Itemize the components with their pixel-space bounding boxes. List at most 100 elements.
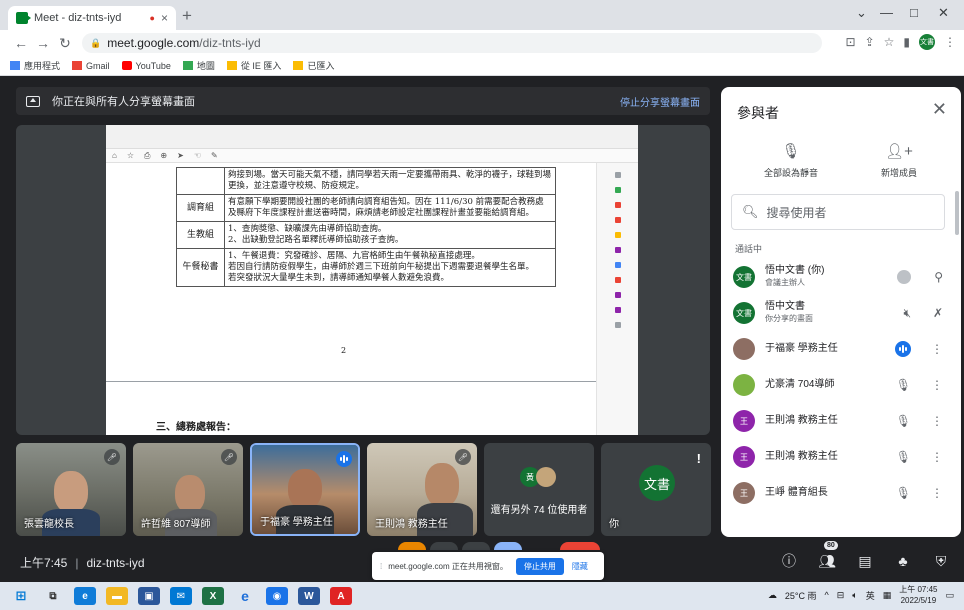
others-tile[interactable]: 黃 還有另外 74 位使用者 (484, 443, 594, 536)
participant-tile[interactable]: 🎤︎ 許哲維 807導師 (133, 443, 243, 536)
add-person-icon: 👤︎+ (885, 143, 913, 160)
tab-meet[interactable]: Meet - diz-tnts-iyd ● × (8, 6, 176, 30)
present-button[interactable] (494, 542, 522, 550)
side-panel-icon[interactable]: ▮ (903, 35, 910, 49)
hide-notification-button[interactable]: 隱藏 (572, 561, 588, 572)
camera-indicator-icon[interactable]: ⊡ (846, 35, 856, 49)
profile-avatar[interactable]: 文書 (919, 34, 935, 50)
panel-scrollbar[interactable] (955, 191, 959, 235)
participant-name: 于福豪 學務主任 (260, 517, 333, 528)
task-view-icon[interactable]: ⧉ (42, 587, 64, 605)
file-explorer-icon[interactable]: ▬ (106, 587, 128, 605)
mic-button[interactable] (398, 542, 426, 550)
participants-count-badge: 80 (824, 541, 838, 550)
close-panel-icon[interactable]: ✕ (932, 99, 947, 120)
participant-row[interactable]: 王 王則鴻 教務主任 🎙︎ ⋮ (721, 403, 961, 439)
doc-row: 生教組 1、查詢獎懲、缺曠課先由導師協助查詢。 2、出缺勤登記路名單釋託導師協助孩… (176, 221, 556, 249)
mail-icon[interactable]: ✉ (170, 587, 192, 605)
address-bar[interactable]: 🔒 meet.google.com /diz-tnts-iyd (82, 33, 822, 53)
menu-dots-icon[interactable]: ⋮ (944, 35, 956, 49)
chat-icon[interactable]: ▤ (856, 552, 874, 570)
participant-row[interactable]: 王 王則鴻 教務主任 🎙︎ ⋮ (721, 439, 961, 475)
shared-document: 夠接到場。當天可能天氣不穩，請同學若天雨一定要攜帶雨具、乾淨的襪子，球鞋到場更換… (106, 163, 596, 435)
clock[interactable]: 上午 07:45 2022/5/19 (899, 584, 937, 606)
bookmark-gmail[interactable]: Gmail (72, 61, 110, 71)
participant-row[interactable]: 于福豪 學務主任 ⋮ (721, 331, 961, 367)
more-options-icon[interactable]: ⋮ (931, 486, 943, 500)
more-options-icon[interactable]: ⋮ (931, 378, 943, 392)
activities-icon[interactable]: ♣ (894, 552, 912, 570)
pin-off-icon[interactable]: ✗ (933, 306, 943, 320)
camera-button[interactable] (430, 542, 458, 550)
avatar (733, 338, 755, 360)
bookmark-ie-import[interactable]: 從 IE 匯入 (226, 59, 281, 72)
more-options-icon[interactable]: ⋮ (931, 450, 943, 464)
back-icon[interactable]: ← (10, 35, 32, 51)
minimize-button[interactable]: — (880, 5, 893, 20)
chevron-down-icon[interactable]: ⌄ (856, 5, 867, 21)
participant-tile[interactable]: 🎤︎ 王則鴻 教務主任 (367, 443, 477, 536)
forward-icon[interactable]: → (32, 35, 54, 51)
store-icon[interactable]: ▣ (138, 587, 160, 605)
people-button[interactable]: 👥︎ 80 (818, 541, 838, 570)
new-tab-button[interactable]: + (182, 7, 192, 25)
bookmark-imported[interactable]: 已匯入 (293, 59, 334, 72)
volume-icon[interactable]: 🔈︎ (852, 590, 857, 601)
shared-window-titlebar (106, 125, 638, 149)
mic-off-icon: 🎤︎ (455, 449, 471, 465)
acrobat-icon[interactable]: A (330, 587, 352, 605)
info-icon[interactable]: ⓘ (780, 552, 798, 570)
meeting-code: diz-tnts-iyd (86, 556, 145, 570)
close-window-button[interactable]: ✕ (938, 5, 949, 21)
leave-call-button[interactable] (560, 542, 600, 550)
participant-video (54, 471, 88, 513)
speaking-indicator-icon (895, 341, 911, 357)
word-icon[interactable]: W (298, 587, 320, 605)
stop-presenting-button[interactable]: 停止分享螢幕畫面 (620, 94, 700, 109)
ime-indicator[interactable]: 英 (866, 589, 875, 602)
share-icon[interactable]: ⇪ (865, 35, 875, 49)
gmail-icon (72, 61, 83, 70)
mute-all-icon: 🎙︎ (781, 143, 801, 160)
excel-icon[interactable]: X (202, 587, 224, 605)
self-tile[interactable]: 文書 ! 你 (601, 443, 711, 536)
bookmark-apps[interactable]: 應用程式 (10, 59, 60, 72)
tray-overflow-icon[interactable]: ^ (825, 590, 829, 600)
network-icon[interactable]: ⊟ (837, 590, 845, 601)
tab-close-icon[interactable]: × (161, 11, 168, 25)
search-input[interactable]: 🔍︎ 搜尋使用者 (731, 194, 945, 230)
participant-row[interactable]: 尤豪清 704導師 🎙︎ ⋮ (721, 367, 961, 403)
bookmark-maps[interactable]: 地圖 (182, 59, 215, 72)
folder-icon (226, 61, 237, 70)
add-people-button[interactable]: 👤︎+ 新增成員 (849, 142, 949, 179)
start-menu-icon[interactable]: ⊞ (10, 587, 32, 605)
participant-row[interactable]: 文書 悟中文書 (你) 會議主辦人 ⚲ (721, 259, 961, 295)
bookmark-star-icon[interactable]: ☆ (884, 35, 895, 49)
doc-row: 午餐秘書 1、午餐退費：究發確診、居隔、九官格師生由午餐執秘直接處理。 若因自行請… (176, 248, 556, 287)
more-options-icon[interactable]: ⋮ (931, 414, 943, 428)
ie-icon[interactable]: e (234, 587, 256, 605)
drag-handle-icon[interactable]: ⁞ (380, 562, 382, 571)
participant-tile[interactable]: 🎤︎ 張雲龍校長 (16, 443, 126, 536)
captions-button[interactable] (462, 542, 490, 550)
participant-row[interactable]: 文書 悟中文書 你分享的畫面 🔇︎ ✗ (721, 295, 961, 331)
notifications-icon[interactable]: ▭ (945, 590, 954, 601)
pin-icon[interactable]: ⚲ (934, 270, 943, 284)
chrome-icon[interactable]: ◉ (266, 587, 288, 605)
maximize-button[interactable]: □ (910, 5, 918, 20)
sound-off-icon: 🔇︎ (903, 305, 911, 320)
zoom-icon: ⊕ (160, 151, 168, 160)
mute-all-button[interactable]: 🎙︎ 全部設為靜音 (741, 142, 841, 179)
stop-sharing-button[interactable]: 停止共用 (515, 557, 564, 575)
panel-title: 參與者 (737, 105, 779, 121)
keyboard-icon[interactable]: ▦ (883, 590, 892, 601)
participant-tile-speaking[interactable]: 于福豪 學務主任 (250, 443, 360, 536)
more-options-icon[interactable]: ⋮ (931, 342, 943, 356)
weather-text[interactable]: 25°C 雨 (785, 589, 817, 602)
participant-row[interactable]: 王 王崢 體育組長 🎙︎ ⋮ (721, 475, 961, 511)
host-controls-icon[interactable]: ⛨ (932, 552, 950, 570)
edge-icon[interactable]: e (74, 587, 96, 605)
reload-icon[interactable]: ↻ (54, 35, 76, 52)
hand-icon: ☜ (193, 151, 201, 160)
bookmark-youtube[interactable]: YouTube (121, 61, 171, 71)
